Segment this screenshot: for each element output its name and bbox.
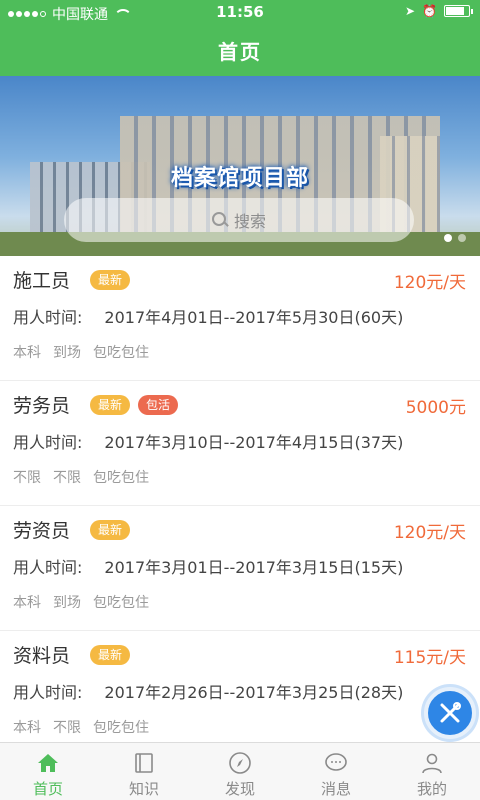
job-tag: 不限 <box>53 470 81 486</box>
tab-discover[interactable]: 发现 <box>192 743 288 800</box>
job-title-row: 资料员 最新 <box>13 641 131 668</box>
job-list[interactable]: 施工员 最新 120元/天 用人时间: 2017年4月01日--2017年5月3… <box>0 256 480 742</box>
job-card[interactable]: 施工员 最新 120元/天 用人时间: 2017年4月01日--2017年5月3… <box>0 256 480 381</box>
job-period-label: 用人时间: <box>13 433 83 452</box>
job-tag: 本科 <box>13 595 41 611</box>
job-tags: 本科 到场 包吃包住 <box>13 342 149 362</box>
chat-icon <box>325 753 347 771</box>
badge-new: 最新 <box>90 269 131 290</box>
alarm-icon: ⏰ <box>422 4 437 18</box>
job-title-row: 劳资员 最新 <box>13 516 131 543</box>
job-tags: 本科 不限 包吃包住 <box>13 717 149 737</box>
job-price: 120元/天 <box>393 523 466 543</box>
tab-label: 我的 <box>416 780 447 798</box>
job-price: 115元/天 <box>393 648 466 668</box>
compass-icon <box>229 752 251 774</box>
job-name: 施工员 <box>13 270 71 292</box>
tab-profile[interactable]: 我的 <box>384 743 480 800</box>
job-period: 用人时间: 2017年3月10日--2017年4月15日(37天) <box>13 429 403 453</box>
floating-tool-button[interactable] <box>424 687 476 739</box>
tab-label: 消息 <box>320 780 351 798</box>
carousel-pager[interactable] <box>444 234 466 242</box>
job-period-value: 2017年4月01日--2017年5月30日(60天) <box>104 308 404 327</box>
search-icon <box>211 212 228 228</box>
job-name: 劳资员 <box>13 520 71 542</box>
book-icon <box>135 753 153 773</box>
pager-dot[interactable] <box>458 234 466 242</box>
job-card[interactable]: 劳务员 最新 包活 5000元 用人时间: 2017年3月10日--2017年4… <box>0 381 480 506</box>
tab-home[interactable]: 首页 <box>0 743 96 800</box>
job-card[interactable]: 劳资员 最新 120元/天 用人时间: 2017年3月01日--2017年3月1… <box>0 506 480 631</box>
job-period-value: 2017年3月10日--2017年4月15日(37天) <box>104 433 404 452</box>
banner-carousel[interactable]: 档案馆项目部 搜索 <box>0 76 480 256</box>
badge-contract: 包活 <box>138 394 179 415</box>
job-card[interactable]: 资料员 最新 115元/天 用人时间: 2017年2月26日--2017年3月2… <box>0 631 480 742</box>
job-tag: 到场 <box>53 345 81 361</box>
tab-label: 首页 <box>32 780 63 798</box>
location-icon: ➤ <box>404 4 416 18</box>
job-tag: 包吃包住 <box>93 345 149 361</box>
job-tag: 本科 <box>13 720 41 736</box>
tab-messages[interactable]: 消息 <box>288 743 384 800</box>
job-period: 用人时间: 2017年3月01日--2017年3月15日(15天) <box>13 554 403 578</box>
page-title: 首页 <box>218 40 262 64</box>
job-tag: 不限 <box>13 470 41 486</box>
job-name: 资料员 <box>13 645 71 667</box>
job-period-label: 用人时间: <box>13 683 83 702</box>
job-tag: 不限 <box>53 720 81 736</box>
job-tags: 不限 不限 包吃包住 <box>13 467 149 487</box>
job-tags: 本科 到场 包吃包住 <box>13 592 149 612</box>
job-period-label: 用人时间: <box>13 308 83 327</box>
banner-title: 档案馆项目部 <box>170 166 309 191</box>
job-name: 劳务员 <box>13 395 71 417</box>
job-period-label: 用人时间: <box>13 558 83 577</box>
badge-new: 最新 <box>90 519 131 540</box>
job-period: 用人时间: 2017年2月26日--2017年3月25日(28天) <box>13 679 403 703</box>
battery-icon <box>444 5 473 17</box>
search-bar[interactable]: 搜索 <box>64 198 414 242</box>
badge-new: 最新 <box>90 394 131 415</box>
job-title-row: 劳务员 最新 包活 <box>13 391 179 418</box>
badge-new: 最新 <box>90 644 131 665</box>
job-price: 5000元 <box>405 398 466 418</box>
status-bar: 中国联通 11:56 ➤ ⏰ <box>0 0 480 26</box>
home-icon <box>38 754 58 772</box>
job-period-value: 2017年3月01日--2017年3月15日(15天) <box>104 558 404 577</box>
pager-dot[interactable] <box>444 234 452 242</box>
search-placeholder: 搜索 <box>233 212 266 231</box>
job-title-row: 施工员 最新 <box>13 266 131 293</box>
job-tag: 包吃包住 <box>93 720 149 736</box>
status-right: ➤ ⏰ <box>404 4 473 18</box>
tools-icon <box>440 702 461 723</box>
tab-label: 知识 <box>128 780 159 798</box>
job-price: 120元/天 <box>393 273 466 293</box>
user-icon <box>422 753 442 774</box>
bottom-tab-bar: 首页 知识 发现 消息 我的 <box>0 742 480 800</box>
job-period-value: 2017年2月26日--2017年3月25日(28天) <box>104 683 404 702</box>
tab-label: 发现 <box>224 780 255 798</box>
top-bar: 中国联通 11:56 ➤ ⏰ 首页 <box>0 0 480 76</box>
job-period: 用人时间: 2017年4月01日--2017年5月30日(60天) <box>13 304 403 328</box>
tab-knowledge[interactable]: 知识 <box>96 743 192 800</box>
job-tag: 到场 <box>53 595 81 611</box>
job-tag: 包吃包住 <box>93 470 149 486</box>
job-tag: 包吃包住 <box>93 595 149 611</box>
job-tag: 本科 <box>13 345 41 361</box>
